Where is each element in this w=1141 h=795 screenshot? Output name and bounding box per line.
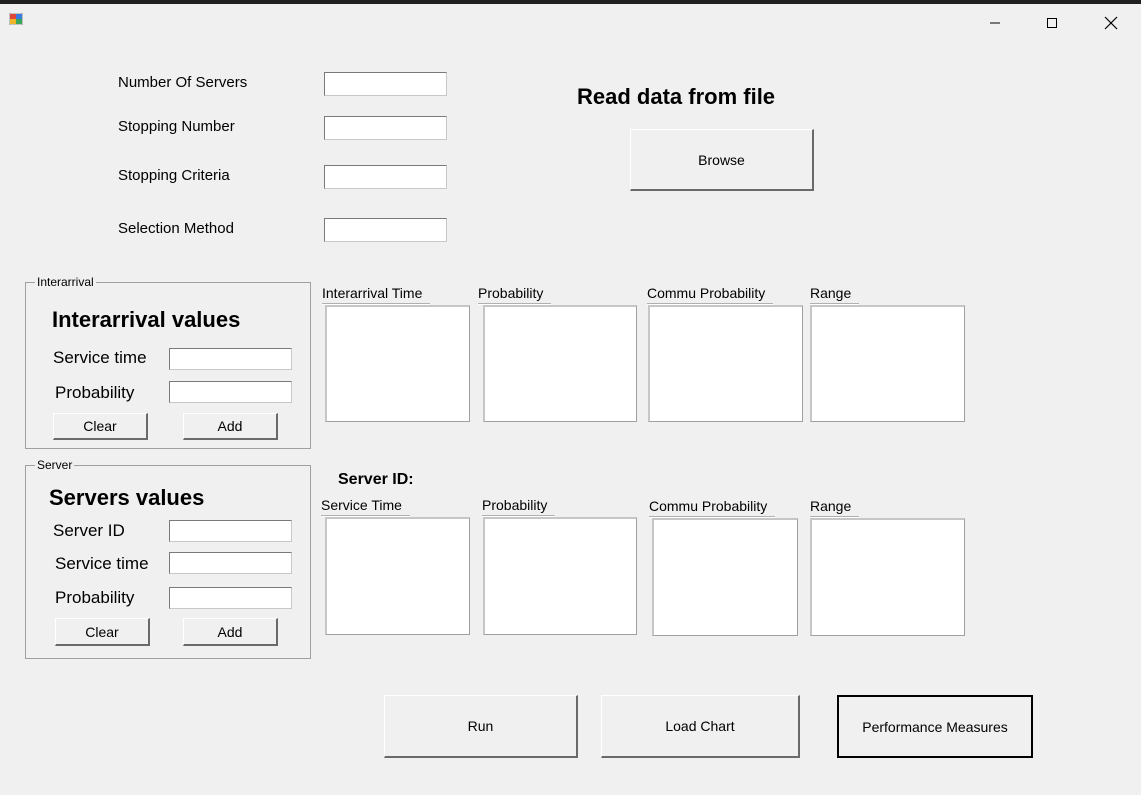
server-id-label: Server ID	[53, 521, 125, 540]
read-data-heading: Read data from file	[577, 84, 776, 109]
server-clear-button[interactable]: Clear	[55, 618, 150, 646]
interarrival-commu-probability-column-header: Commu Probability	[647, 285, 774, 305]
server-probability-label: Probability	[55, 588, 135, 607]
interarrival-service-time-label: Service time	[53, 348, 147, 367]
minimize-button[interactable]	[972, 4, 1018, 42]
server-service-time-label: Service time	[55, 554, 149, 573]
server-add-button[interactable]: Add	[183, 618, 278, 646]
interarrival-probability-list[interactable]	[483, 305, 637, 422]
interarrival-range-list[interactable]	[810, 305, 965, 422]
load-chart-button[interactable]: Load Chart	[601, 695, 800, 758]
server-service-time-list[interactable]	[325, 517, 470, 635]
server-probability-input[interactable]	[169, 587, 292, 609]
server-group-legend: Server	[35, 458, 75, 472]
interarrival-service-time-input[interactable]	[169, 348, 292, 370]
server-commu-probability-column-header: Commu Probability	[649, 498, 776, 518]
title-bar[interactable]	[0, 4, 1141, 42]
interarrival-commu-probability-list[interactable]	[648, 305, 803, 422]
browse-button[interactable]: Browse	[630, 129, 814, 191]
performance-measures-button[interactable]: Performance Measures	[837, 695, 1033, 758]
selection-method-label: Selection Method	[118, 220, 234, 237]
interarrival-time-column-header: Interarrival Time	[322, 285, 431, 305]
server-commu-probability-list[interactable]	[652, 518, 798, 636]
interarrival-values-heading: Interarrival values	[52, 307, 241, 332]
interarrival-group-legend: Interarrival	[35, 275, 96, 289]
server-service-time-column-header: Service Time	[321, 497, 410, 517]
server-probability-list[interactable]	[483, 517, 637, 635]
stopping-criteria-input[interactable]	[324, 165, 447, 189]
stopping-number-label: Stopping Number	[118, 118, 235, 135]
selection-method-input[interactable]	[324, 218, 447, 242]
run-button[interactable]: Run	[384, 695, 578, 758]
interarrival-probability-column-header: Probability	[478, 285, 552, 305]
number-of-servers-input[interactable]	[324, 72, 447, 96]
interarrival-probability-input[interactable]	[169, 381, 292, 403]
maximize-icon	[1047, 18, 1057, 28]
interarrival-range-column-header: Range	[810, 285, 860, 305]
close-icon	[1104, 16, 1118, 30]
close-button[interactable]	[1088, 4, 1134, 42]
server-range-list[interactable]	[810, 518, 965, 636]
server-probability-column-header: Probability	[482, 497, 556, 517]
servers-values-heading: Servers values	[49, 485, 205, 510]
interarrival-add-button[interactable]: Add	[183, 413, 278, 440]
minimize-icon	[990, 22, 1000, 24]
stopping-criteria-label: Stopping Criteria	[118, 167, 230, 184]
maximize-button[interactable]	[1029, 4, 1075, 42]
interarrival-time-list[interactable]	[325, 305, 470, 422]
server-range-column-header: Range	[810, 498, 860, 518]
interarrival-probability-label: Probability	[55, 383, 135, 402]
interarrival-clear-button[interactable]: Clear	[53, 413, 148, 440]
stopping-number-input[interactable]	[324, 116, 447, 140]
server-service-time-input[interactable]	[169, 552, 292, 574]
winforms-app-icon	[9, 13, 23, 25]
server-id-input[interactable]	[169, 520, 292, 542]
number-of-servers-label: Number Of Servers	[118, 74, 248, 91]
server-id-caption: Server ID:	[338, 471, 414, 488]
